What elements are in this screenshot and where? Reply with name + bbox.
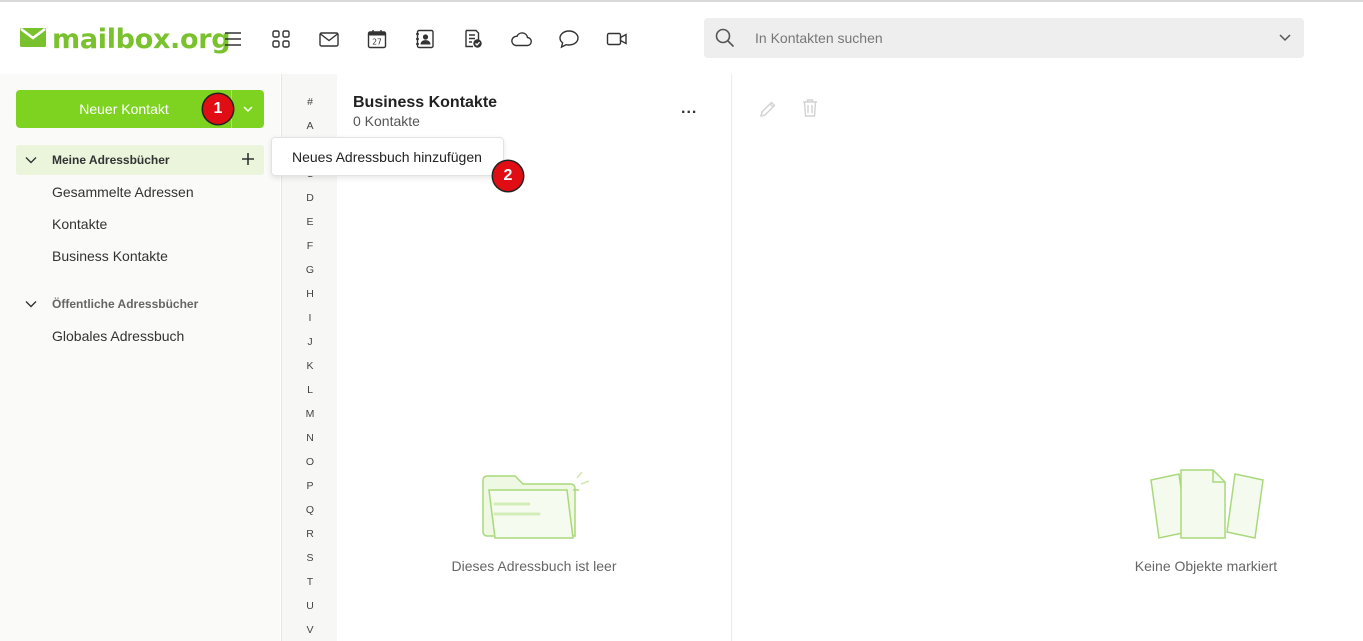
brand-logo[interactable]: mailbox.org	[20, 24, 231, 55]
new-contact-label: Neuer Kontakt	[79, 101, 169, 117]
edit-icon[interactable]	[758, 99, 778, 124]
address-book-item[interactable]: Globales Adressbuch	[52, 328, 184, 344]
add-address-book-menu: Neues Adressbuch hinzufügen	[271, 137, 504, 176]
alphabet-letter[interactable]: #	[282, 96, 338, 108]
address-book-item[interactable]: Kontakte	[52, 216, 107, 232]
chevron-down-icon[interactable]	[24, 297, 38, 316]
video-icon[interactable]	[604, 26, 630, 52]
alphabet-letter[interactable]: P	[282, 480, 338, 492]
svg-text:27: 27	[372, 38, 382, 47]
address-book-item[interactable]: Gesammelte Adressen	[52, 184, 194, 200]
contacts-icon[interactable]	[412, 26, 438, 52]
app-header: mailbox.org 27	[0, 2, 1363, 74]
alphabet-letter[interactable]: U	[282, 600, 338, 612]
alphabet-letter[interactable]: Q	[282, 504, 338, 516]
tasks-icon[interactable]	[460, 26, 486, 52]
contact-detail-panel: Keine Objekte markiert	[732, 74, 1363, 641]
chevron-down-icon[interactable]	[24, 153, 38, 172]
alphabet-letter[interactable]: F	[282, 240, 338, 252]
contact-count: 0 Kontakte	[353, 113, 420, 129]
sidebar: Neuer Kontakt 1 Meine Adressbücher Gesam…	[0, 74, 280, 641]
menu-icon[interactable]	[220, 26, 246, 52]
documents-icon	[1149, 466, 1265, 547]
empty-state-text: Dieses Adressbuch ist leer	[451, 558, 617, 574]
section-label: Öffentliche Adressbücher	[52, 297, 199, 311]
alphabet-letter[interactable]: O	[282, 456, 338, 468]
alphabet-letter[interactable]: A	[282, 120, 338, 132]
alphabet-letter[interactable]: N	[282, 432, 338, 444]
alphabet-letter[interactable]: M	[282, 408, 338, 420]
alphabet-letter[interactable]: E	[282, 216, 338, 228]
cloud-icon[interactable]	[508, 26, 534, 52]
alphabet-letter[interactable]: T	[282, 576, 338, 588]
chat-icon[interactable]	[556, 26, 582, 52]
search-icon[interactable]	[714, 27, 736, 54]
calendar-icon[interactable]: 27	[364, 26, 390, 52]
empty-folder-icon	[475, 468, 601, 545]
chevron-down-icon	[243, 106, 253, 112]
alphabet-letter[interactable]: D	[282, 192, 338, 204]
step-badge-1: 1	[203, 94, 233, 124]
alphabet-letter[interactable]: L	[282, 384, 338, 396]
add-address-book-icon[interactable]	[240, 151, 256, 172]
brand-name: mailbox.org	[52, 24, 231, 55]
alphabet-letter[interactable]: S	[282, 552, 338, 564]
alphabet-letter[interactable]: I	[282, 312, 338, 324]
section-public-address-books[interactable]: Öffentliche Adressbücher	[16, 289, 264, 319]
section-label: Meine Adressbücher	[52, 153, 170, 167]
envelope-logo-icon	[20, 26, 46, 53]
alphabet-letter[interactable]: K	[282, 360, 338, 372]
mail-icon[interactable]	[316, 26, 342, 52]
alphabet-letter[interactable]: R	[282, 528, 338, 540]
alphabet-letter[interactable]: J	[282, 336, 338, 348]
no-selection-text: Keine Objekte markiert	[1134, 558, 1278, 574]
apps-grid-icon[interactable]	[268, 26, 294, 52]
search-input[interactable]	[755, 28, 1255, 48]
trash-icon[interactable]	[801, 98, 819, 123]
more-options-button[interactable]: ...	[681, 100, 697, 118]
alphabet-letter[interactable]: H	[282, 288, 338, 300]
step-badge-2: 2	[493, 161, 523, 191]
new-contact-dropdown-toggle[interactable]	[231, 90, 264, 128]
address-book-item[interactable]: Business Kontakte	[52, 248, 168, 264]
chevron-down-icon[interactable]	[1278, 30, 1292, 49]
list-title: Business Kontakte	[353, 94, 498, 111]
add-address-book-menu-item[interactable]: Neues Adressbuch hinzufügen	[292, 149, 482, 165]
alphabet-letter[interactable]: G	[282, 264, 338, 276]
alphabet-letter[interactable]: V	[282, 624, 338, 636]
search-bar[interactable]	[704, 18, 1304, 58]
section-my-address-books[interactable]: Meine Adressbücher	[16, 145, 264, 175]
